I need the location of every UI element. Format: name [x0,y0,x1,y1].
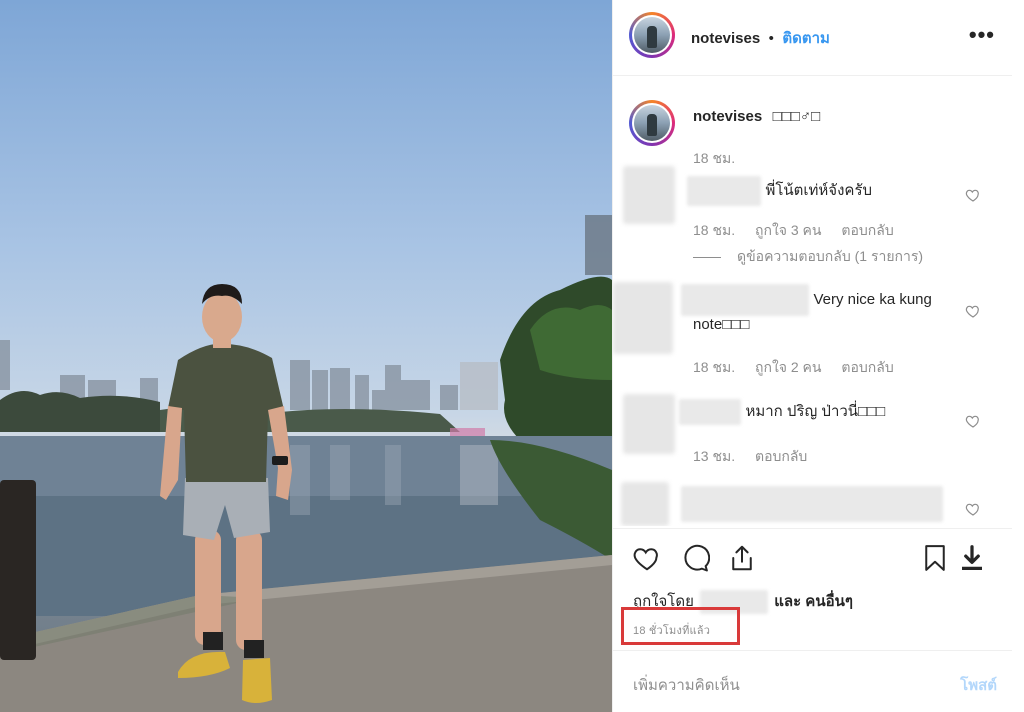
comment-avatar[interactable] [623,166,675,224]
comment-meta: 13 ชม. ตอบกลับ [693,446,823,468]
heart-icon[interactable] [632,543,662,573]
view-replies-label: ดูข้อความตอบกลับ (1 รายการ) [737,248,924,264]
follow-button[interactable]: ติดตาม [782,30,830,47]
post-side-panel: notevises • ติดตาม ••• notevises □□□♂□ 1… [612,0,1013,712]
comment-username-blurred[interactable] [681,284,809,316]
comment-item: Very nice ka kung [681,284,932,316]
post-comment-button[interactable]: โพสต์ [960,673,997,697]
caption-time: 18 ชม. [693,150,736,166]
comment-text: หมาก ปริญ ป่าวนี่□□□ [745,403,886,421]
comments-list: notevises □□□♂□ 18 ชม. พี่โน้ตเท่ห์จังคร… [613,76,1013,526]
comment-username-blurred[interactable] [679,399,741,425]
caption: notevises □□□♂□ [693,108,820,126]
comment-likes[interactable]: ถูกใจ 3 คน [755,222,822,238]
comment-item: พี่โน้ตเท่ห์จังครับ [687,176,872,206]
comment-meta: 18 ชม. ถูกใจ 3 คน ตอบกลับ [693,220,910,242]
comment-item: หมาก ปริญ ป่าวนี่□□□ [679,399,885,425]
comment-icon[interactable] [680,543,710,573]
comment-text-line1: Very nice ka kung [813,291,932,309]
add-comment-bar: เพิ่มความคิดเห็น โพสต์ [613,650,1013,712]
add-comment-input[interactable]: เพิ่มความคิดเห็น [633,673,740,697]
heart-icon[interactable] [965,303,981,319]
post-timestamp[interactable]: 18 ชั่วโมงที่แล้ว [633,621,710,639]
author-username[interactable]: notevises [691,30,760,47]
comment-meta: 18 ชม. ถูกใจ 2 คน ตอบกลับ [693,357,910,379]
comment-time: 18 ชม. [693,359,736,375]
post-photo [0,0,612,712]
liked-by-others[interactable]: และ คนอื่นๆ [774,593,853,610]
comment-avatar[interactable] [613,282,673,354]
reply-button[interactable]: ตอบกลับ [755,448,807,464]
comment-username-blurred[interactable] [687,176,761,206]
post-header: notevises • ติดตาม ••• [613,0,1013,76]
comment-blurred [681,486,943,522]
heart-icon[interactable] [965,501,981,517]
view-replies-button[interactable]: ดูข้อความตอบกลับ (1 รายการ) [693,246,923,268]
comment-avatar[interactable] [621,482,669,526]
right-gutter [1012,0,1024,712]
comment-likes[interactable]: ถูกใจ 2 คน [755,359,822,375]
action-bar [613,528,1013,588]
photo-scene [0,215,612,712]
comment-text: พี่โน้ตเท่ห์จังครับ [765,182,873,200]
caption-avatar[interactable] [629,100,675,146]
bookmark-icon[interactable] [920,543,950,573]
comment-avatar[interactable] [623,394,675,454]
share-icon[interactable] [727,543,757,573]
reply-button[interactable]: ตอบกลับ [841,359,893,375]
download-icon[interactable] [957,543,987,573]
author-avatar[interactable] [629,12,675,58]
caption-text: □□□♂□ [772,108,821,125]
comment-text-line2: note□□□ [693,316,750,333]
heart-icon[interactable] [965,413,981,429]
comment-time: 13 ชม. [693,448,736,464]
caption-username[interactable]: notevises [693,108,762,125]
reply-button[interactable]: ตอบกลับ [841,222,893,238]
comment-time: 18 ชม. [693,222,736,238]
more-options-icon[interactable]: ••• [969,22,995,48]
separator-dot: • [768,30,774,47]
heart-icon[interactable] [965,187,981,203]
